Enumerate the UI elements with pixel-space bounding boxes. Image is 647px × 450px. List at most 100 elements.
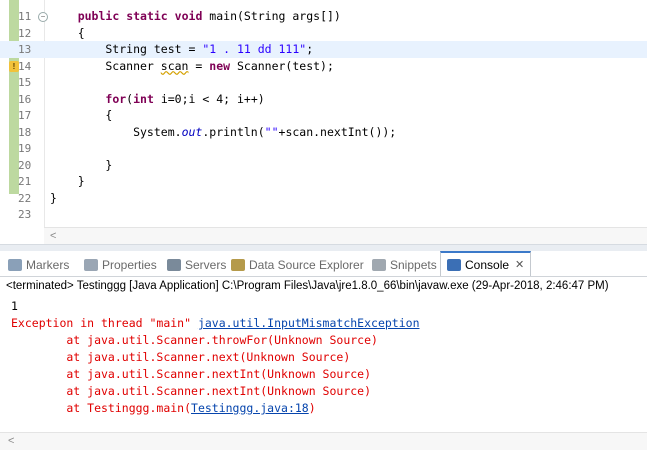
code-text: for(int i=0;i < 4; i++) (50, 91, 265, 108)
console-line: Exception in thread "main" java.util.Inp… (11, 315, 420, 332)
code-text: System.out.println(""+scan.nextInt()); (50, 124, 396, 141)
code-token: } (50, 157, 113, 172)
code-token: out (181, 124, 203, 139)
code-text: { (50, 25, 85, 42)
code-token: { (50, 25, 85, 40)
console-text: at java.util.Scanner.nextInt(Unknown Sou… (11, 384, 372, 398)
code-token: Scanner(test); (230, 58, 334, 73)
snippets-icon (372, 259, 386, 271)
tab-label: Console (465, 257, 510, 272)
code-text: Scanner scan = new Scanner(test); (50, 58, 334, 75)
servers-icon (167, 259, 181, 271)
code-line[interactable]: 23 (0, 206, 647, 223)
line-number: 20 (18, 158, 32, 172)
code-text: String test = "1 . 11 dd 111"; (50, 41, 313, 58)
line-number: 19 (18, 142, 32, 155)
code-text: { (50, 107, 112, 124)
code-line[interactable]: 12 { (0, 25, 647, 42)
code-text: } (50, 157, 112, 174)
scroll-left-arrow-icon[interactable]: < (8, 435, 14, 447)
editor-horizontal-scrollbar[interactable]: < (44, 227, 647, 244)
line-number: 18 (18, 125, 32, 139)
properties-icon (84, 259, 98, 271)
code-line[interactable]: 13 String test = "1 . 11 dd 111"; (0, 41, 647, 58)
pane-divider[interactable] (0, 244, 647, 251)
code-token: String test = (50, 42, 203, 56)
console-line: 1 (11, 298, 18, 315)
code-token: int (133, 91, 154, 106)
tab-servers[interactable]: Servers (167, 255, 226, 275)
console-text: at java.util.Scanner.nextInt(Unknown Sou… (11, 367, 372, 381)
code-token: } (50, 190, 57, 205)
console-view[interactable]: <terminated> Testinggg [Java Application… (0, 277, 647, 450)
code-editor[interactable]: 11− public static void main(String args[… (0, 0, 647, 244)
code-token: static (126, 9, 168, 23)
code-token: System. (50, 124, 182, 139)
code-line[interactable]: 19 (0, 140, 647, 157)
code-token: main(String args[]) (202, 9, 341, 23)
stacktrace-link[interactable]: Testinggg.java:18 (191, 401, 309, 415)
scroll-left-arrow-icon[interactable]: < (50, 230, 56, 242)
code-token: +scan.nextInt()); (278, 124, 397, 139)
tab-data-source-explorer[interactable]: Data Source Explorer (231, 255, 364, 275)
unused-variable-token: scan (160, 58, 189, 73)
code-token: .println( (202, 124, 265, 139)
code-text: } (50, 173, 85, 190)
tab-snippets[interactable]: Snippets (372, 255, 437, 275)
line-number: 23 (18, 208, 32, 221)
console-text: at Testinggg.main( (11, 401, 192, 415)
console-text: at java.util.Scanner.next(Unknown Source… (11, 350, 351, 364)
code-line[interactable]: ! 14 Scanner scan = new Scanner(test); (0, 58, 647, 75)
console-line: at java.util.Scanner.nextInt(Unknown Sou… (11, 366, 371, 383)
code-line[interactable]: 15 (0, 74, 647, 91)
line-number: 15 (18, 76, 32, 89)
tab-label: Properties (102, 258, 157, 272)
line-number: 17 (18, 109, 32, 122)
line-number: 21 (18, 175, 32, 188)
tab-console[interactable]: Console ✕ (440, 251, 532, 276)
tab-properties[interactable]: Properties (84, 255, 157, 275)
code-line[interactable]: 20 } (0, 157, 647, 174)
tab-markers[interactable]: Markers (8, 255, 69, 275)
console-text: ) (308, 401, 316, 415)
line-number: 12 (18, 26, 32, 40)
code-token: i=0;i < 4; i++) (153, 91, 265, 106)
code-text: public static void main(String args[]) (50, 8, 341, 25)
code-token: ; (306, 42, 314, 56)
line-number: 14 (18, 59, 32, 73)
code-text: } (50, 190, 57, 207)
console-line: at java.util.Scanner.nextInt(Unknown Sou… (11, 383, 371, 400)
code-token: "1 . 11 dd 111" (202, 42, 307, 56)
line-number: 22 (18, 191, 32, 205)
code-token: Scanner (50, 58, 161, 73)
line-number: 16 (18, 92, 32, 106)
code-line[interactable]: 17 { (0, 107, 647, 124)
console-line: at java.util.Scanner.throwFor(Unknown So… (11, 332, 378, 349)
stacktrace-link[interactable]: java.util.InputMismatchException (198, 316, 420, 330)
code-token: void (174, 9, 203, 23)
code-line[interactable]: 21 } (0, 173, 647, 190)
close-icon[interactable]: ✕ (515, 258, 524, 271)
console-icon (447, 258, 461, 271)
tab-label: Servers (185, 258, 227, 272)
code-token: } (50, 174, 85, 188)
tab-label: Markers (26, 258, 70, 272)
views-tab-bar: Markers Properties Servers Data Source Expl… (0, 251, 647, 277)
console-line: at Testinggg.main(Testinggg.java:18) (11, 400, 316, 417)
console-horizontal-scrollbar[interactable]: < (0, 432, 647, 450)
code-line[interactable]: 16 for(int i=0;i < 4; i++) (0, 91, 647, 108)
code-line[interactable]: 22} (0, 190, 647, 207)
code-token: "" (264, 124, 279, 139)
line-number: 13 (18, 43, 32, 56)
markers-icon (8, 259, 22, 271)
code-line[interactable]: 11− public static void main(String args[… (0, 8, 647, 25)
fold-toggle-icon[interactable]: − (38, 12, 48, 22)
code-line[interactable]: 18 System.out.println(""+scan.nextInt())… (0, 124, 647, 141)
console-line: at java.util.Scanner.next(Unknown Source… (11, 349, 350, 366)
code-token: new (209, 58, 231, 73)
code-token: public (77, 9, 120, 23)
code-token: = (188, 58, 210, 73)
